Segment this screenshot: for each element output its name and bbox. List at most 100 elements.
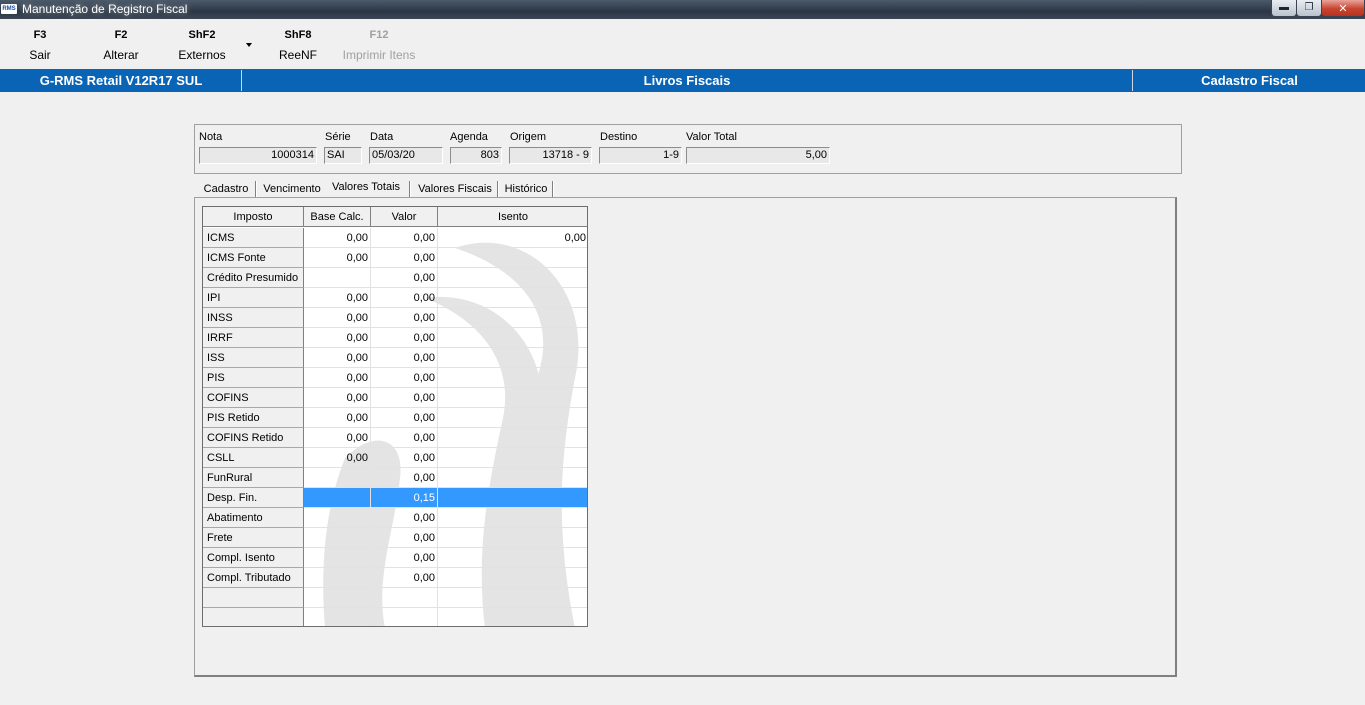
- cell-valor[interactable]: 0,00: [371, 308, 438, 328]
- external-button[interactable]: ShF2 Externos: [174, 28, 230, 62]
- cell-imposto[interactable]: [203, 588, 304, 608]
- cell-isento[interactable]: [438, 428, 587, 448]
- cell-isento[interactable]: [438, 508, 587, 528]
- cell-valor[interactable]: 0,00: [371, 268, 438, 288]
- cell-base-calc[interactable]: 0,00: [304, 428, 371, 448]
- cell-isento[interactable]: [438, 388, 587, 408]
- cell-base-calc[interactable]: 0,00: [304, 248, 371, 268]
- cell-base-calc[interactable]: [304, 268, 371, 288]
- data-field[interactable]: 05/03/20: [369, 147, 443, 164]
- edit-button[interactable]: F2 Alterar: [97, 28, 145, 62]
- cell-valor[interactable]: 0,00: [371, 468, 438, 488]
- tab-historico[interactable]: Histórico: [501, 179, 551, 199]
- cell-valor[interactable]: [371, 588, 438, 608]
- cell-base-calc[interactable]: [304, 468, 371, 488]
- cell-valor[interactable]: 0,00: [371, 368, 438, 388]
- reenf-button[interactable]: ShF8 ReeNF: [276, 28, 320, 62]
- cell-valor[interactable]: 0,00: [371, 228, 438, 248]
- cell-valor[interactable]: 0,00: [371, 448, 438, 468]
- cell-isento[interactable]: [438, 248, 587, 268]
- cell-imposto[interactable]: Crédito Presumido: [203, 268, 304, 288]
- cell-imposto[interactable]: IRRF: [203, 328, 304, 348]
- table-row[interactable]: Desp. Fin. 0,15: [203, 488, 587, 508]
- valor-total-field[interactable]: 5,00: [686, 147, 830, 164]
- table-row[interactable]: Crédito Presumido 0,00: [203, 268, 587, 288]
- cell-valor[interactable]: 0,00: [371, 248, 438, 268]
- cell-valor[interactable]: [371, 608, 438, 626]
- cell-imposto[interactable]: FunRural: [203, 468, 304, 488]
- cell-base-calc[interactable]: [304, 528, 371, 548]
- cell-imposto[interactable]: PIS Retido: [203, 408, 304, 428]
- restore-button[interactable]: ❐: [1296, 0, 1322, 17]
- agenda-field[interactable]: 803: [450, 147, 502, 164]
- cell-imposto[interactable]: CSLL: [203, 448, 304, 468]
- cell-valor[interactable]: 0,00: [371, 388, 438, 408]
- cell-isento[interactable]: [438, 348, 587, 368]
- cell-imposto[interactable]: ICMS: [203, 228, 304, 248]
- table-row[interactable]: Abatimento 0,00: [203, 508, 587, 528]
- cell-valor[interactable]: 0,00: [371, 288, 438, 308]
- exit-button[interactable]: F3 Sair: [20, 28, 60, 62]
- cell-base-calc[interactable]: [304, 608, 371, 626]
- tab-vencimento[interactable]: Vencimento: [259, 179, 325, 199]
- cell-isento[interactable]: [438, 588, 587, 608]
- cell-base-calc[interactable]: 0,00: [304, 348, 371, 368]
- cell-valor[interactable]: 0,00: [371, 348, 438, 368]
- cell-imposto[interactable]: COFINS Retido: [203, 428, 304, 448]
- destino-field[interactable]: 1-9: [599, 147, 682, 164]
- cell-base-calc[interactable]: [304, 588, 371, 608]
- table-row[interactable]: [203, 588, 587, 608]
- table-row[interactable]: IRRF 0,00 0,00: [203, 328, 587, 348]
- table-row[interactable]: IPI 0,00 0,00: [203, 288, 587, 308]
- cell-base-calc[interactable]: 0,00: [304, 368, 371, 388]
- cell-imposto[interactable]: Compl. Tributado: [203, 568, 304, 588]
- tax-totals-grid[interactable]: Imposto Base Calc. Valor Isento ICMS 0,00…: [202, 206, 588, 627]
- cell-valor[interactable]: 0,00: [371, 328, 438, 348]
- tab-valores-totais[interactable]: Valores Totais: [326, 177, 406, 199]
- cell-base-calc[interactable]: 0,00: [304, 408, 371, 428]
- cell-isento[interactable]: [438, 528, 587, 548]
- table-row[interactable]: FunRural 0,00: [203, 468, 587, 488]
- cell-base-calc[interactable]: 0,00: [304, 448, 371, 468]
- table-row[interactable]: PIS 0,00 0,00: [203, 368, 587, 388]
- cell-isento[interactable]: [438, 288, 587, 308]
- cell-valor[interactable]: 0,00: [371, 508, 438, 528]
- external-dropdown-arrow-icon[interactable]: [246, 43, 252, 47]
- cell-valor[interactable]: 0,15: [371, 488, 438, 508]
- cell-isento[interactable]: [438, 368, 587, 388]
- minimize-button[interactable]: ▬: [1271, 0, 1297, 17]
- cell-isento[interactable]: 0,00: [438, 228, 587, 248]
- column-header-valor[interactable]: Valor: [371, 207, 438, 227]
- cell-base-calc[interactable]: 0,00: [304, 308, 371, 328]
- table-row[interactable]: ICMS 0,00 0,00 0,00: [203, 228, 587, 248]
- cell-base-calc[interactable]: 0,00: [304, 388, 371, 408]
- table-row[interactable]: [203, 608, 587, 626]
- table-row[interactable]: COFINS 0,00 0,00: [203, 388, 587, 408]
- tab-valores-fiscais[interactable]: Valores Fiscais: [414, 179, 496, 199]
- table-row[interactable]: ICMS Fonte 0,00 0,00: [203, 248, 587, 268]
- cell-isento[interactable]: [438, 488, 587, 508]
- column-header-base-calc[interactable]: Base Calc.: [304, 207, 371, 227]
- print-items-button[interactable]: F12 Imprimir Itens: [340, 28, 418, 62]
- cell-imposto[interactable]: PIS: [203, 368, 304, 388]
- cell-imposto[interactable]: IPI: [203, 288, 304, 308]
- cell-base-calc[interactable]: 0,00: [304, 228, 371, 248]
- cell-base-calc[interactable]: [304, 488, 371, 508]
- cell-imposto[interactable]: Abatimento: [203, 508, 304, 528]
- table-row[interactable]: PIS Retido 0,00 0,00: [203, 408, 587, 428]
- cell-base-calc[interactable]: 0,00: [304, 288, 371, 308]
- cell-isento[interactable]: [438, 568, 587, 588]
- table-row[interactable]: Compl. Isento 0,00: [203, 548, 587, 568]
- cell-valor[interactable]: 0,00: [371, 568, 438, 588]
- cell-imposto[interactable]: ICMS Fonte: [203, 248, 304, 268]
- table-row[interactable]: CSLL 0,00 0,00: [203, 448, 587, 468]
- cell-imposto[interactable]: COFINS: [203, 388, 304, 408]
- cell-valor[interactable]: 0,00: [371, 528, 438, 548]
- cell-isento[interactable]: [438, 548, 587, 568]
- cell-valor[interactable]: 0,00: [371, 408, 438, 428]
- cell-isento[interactable]: [438, 468, 587, 488]
- table-row[interactable]: INSS 0,00 0,00: [203, 308, 587, 328]
- cell-isento[interactable]: [438, 268, 587, 288]
- cell-imposto[interactable]: [203, 608, 304, 626]
- table-row[interactable]: COFINS Retido 0,00 0,00: [203, 428, 587, 448]
